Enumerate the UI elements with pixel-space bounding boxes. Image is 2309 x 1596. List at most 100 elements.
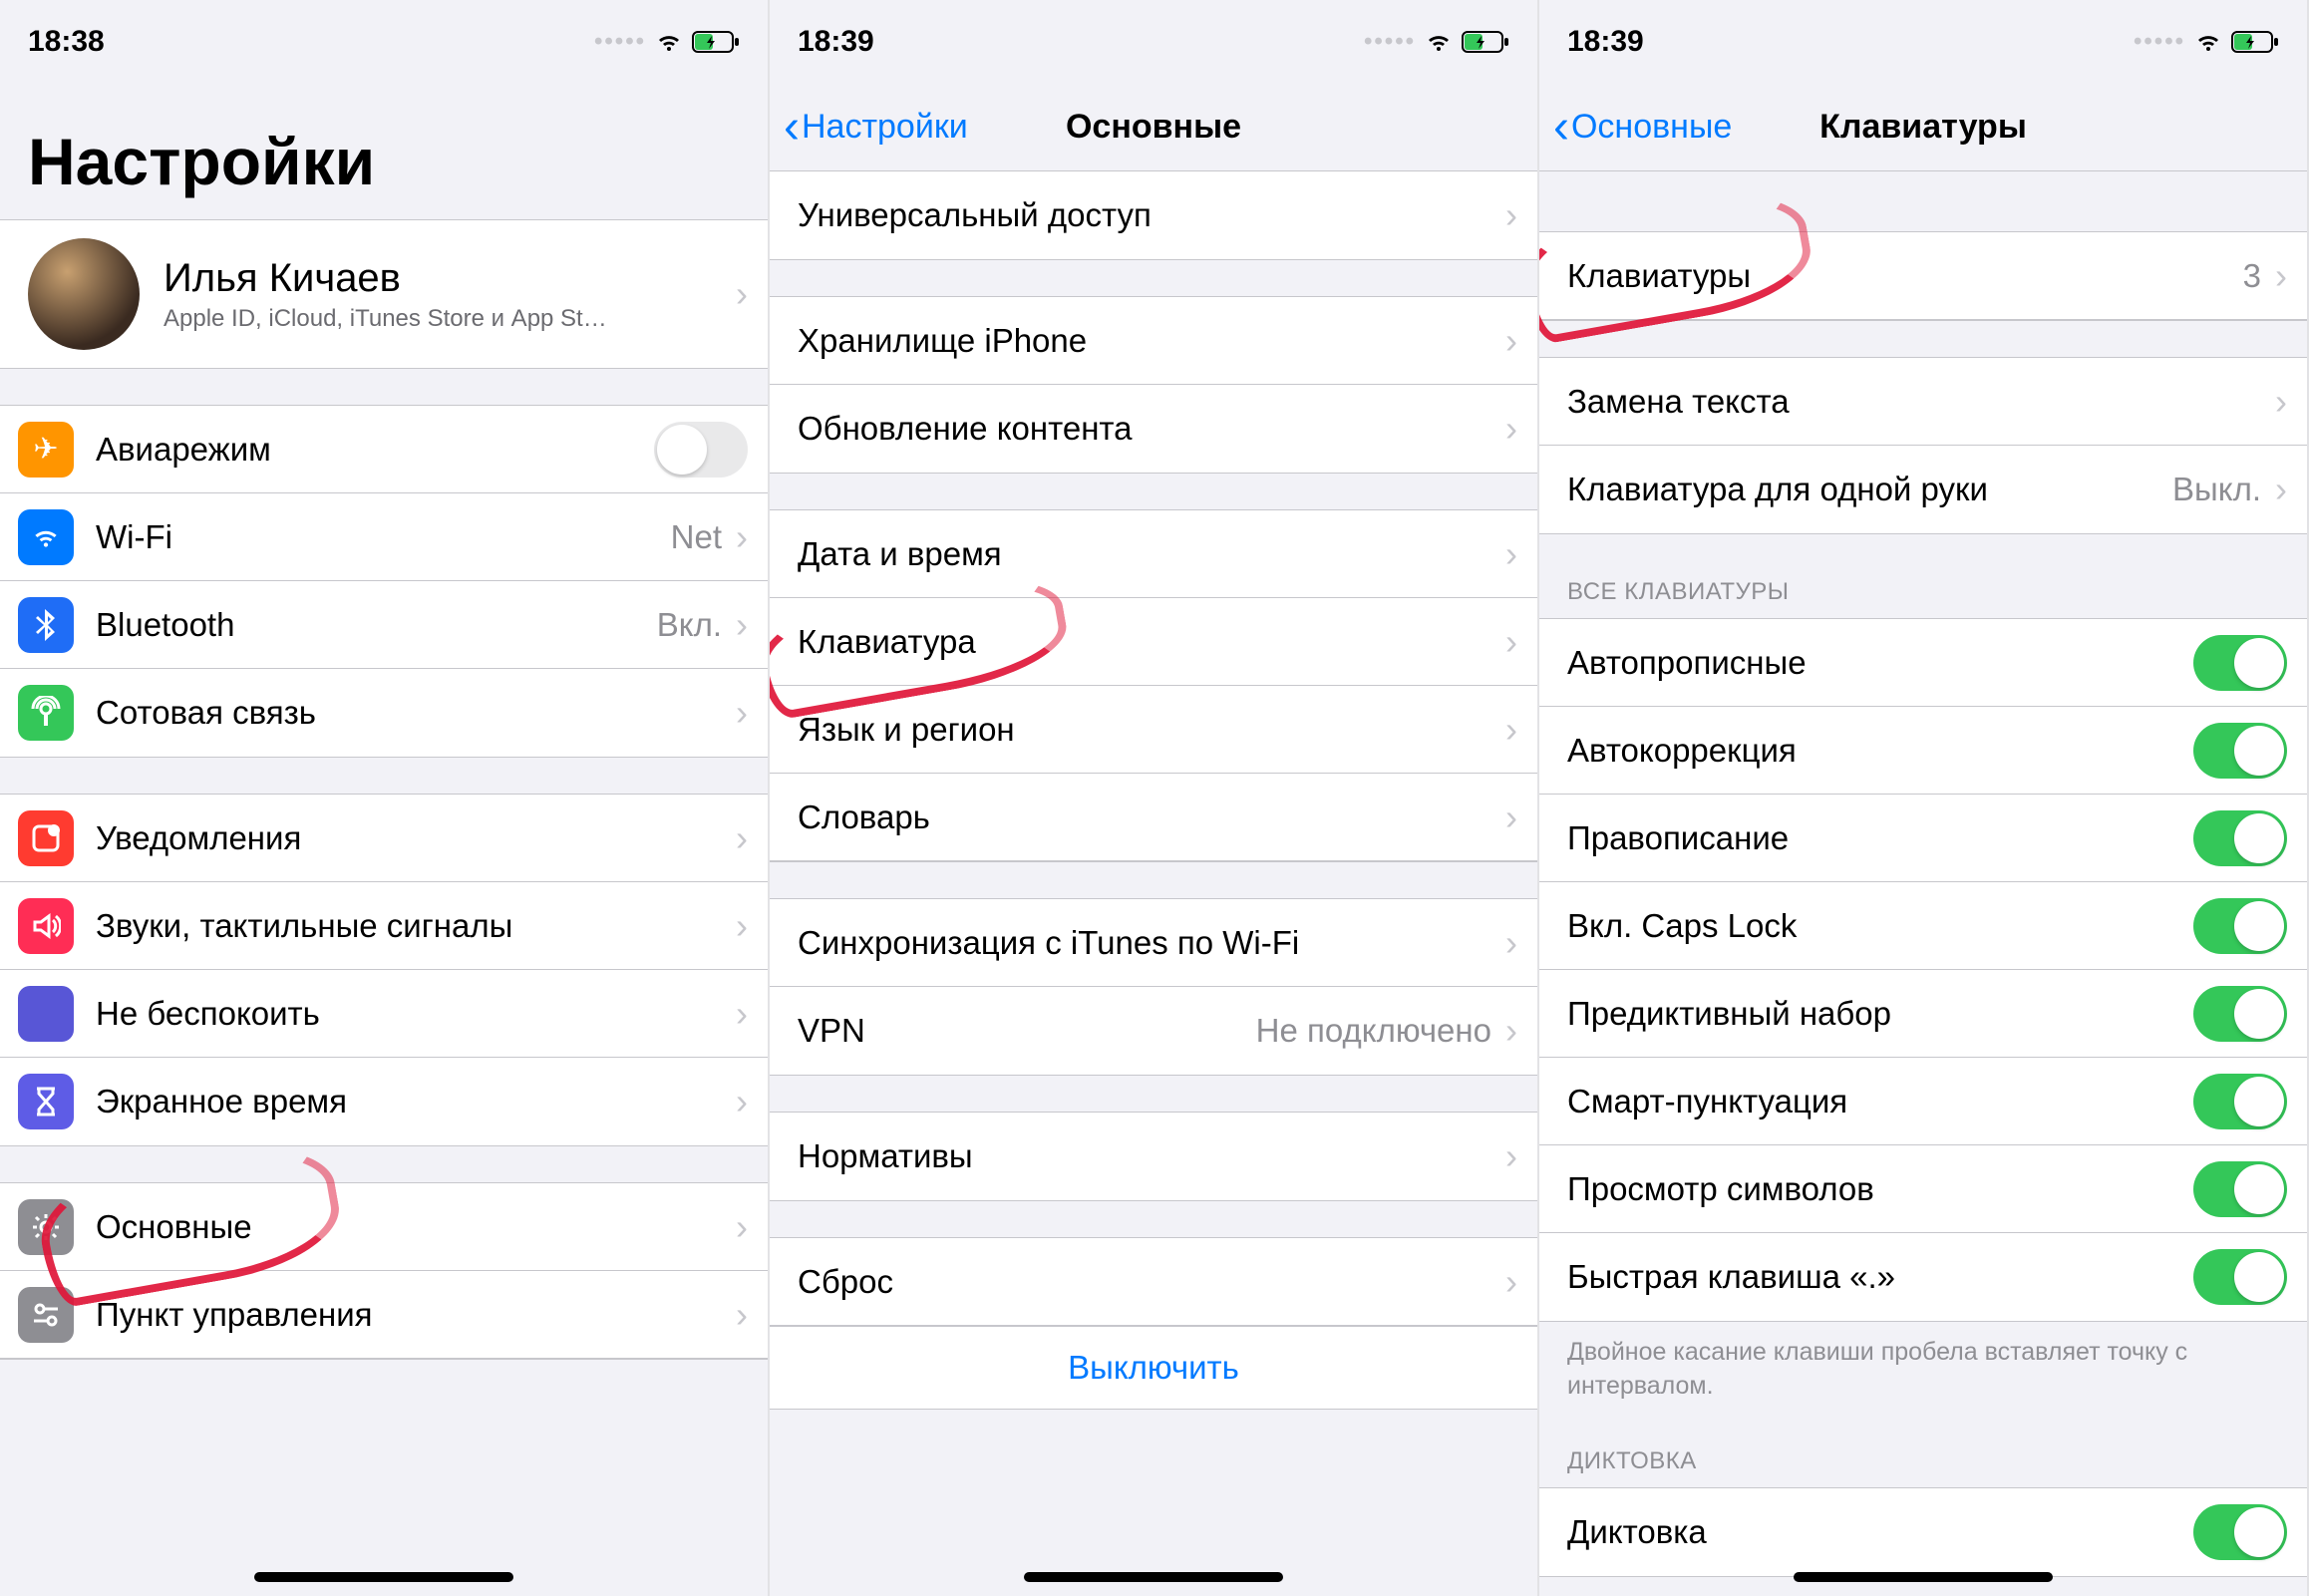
smart-punctuation-row[interactable]: Смарт-пунктуация (1539, 1058, 2307, 1145)
back-label: Основные (1571, 108, 1732, 147)
sounds-label: Звуки, тактильные сигналы (96, 907, 736, 945)
vpn-row[interactable]: VPN Не подключено › (770, 987, 1537, 1075)
shutdown-button[interactable]: Выключить (770, 1326, 1537, 1409)
cellular-dots-icon: ••••• (2134, 28, 2185, 56)
large-title-block: Настройки (0, 84, 768, 219)
iphone-storage-row[interactable]: Хранилище iPhone › (770, 297, 1537, 385)
home-indicator (1794, 1572, 2053, 1582)
cellular-dots-icon: ••••• (594, 28, 646, 56)
nav-bar: ‹ Настройки Основные (770, 84, 1537, 171)
storage-label: Хранилище iPhone (798, 322, 1505, 360)
one-handed-keyboard-row[interactable]: Клавиатура для одной руки Выкл. › (1539, 446, 2307, 533)
wifi-row[interactable]: Wi-Fi Net › (0, 493, 768, 581)
auto-capitalization-row[interactable]: Автопрописные (1539, 619, 2307, 707)
itunes-label: Синхронизация с iTunes по Wi-Fi (798, 924, 1505, 962)
dict-label: Словарь (798, 798, 1505, 836)
dnd-row[interactable]: Не беспокоить › (0, 970, 768, 1058)
vpn-label: VPN (798, 1012, 1256, 1050)
chevron-right-icon: › (1505, 194, 1517, 236)
profile-subtitle: Apple ID, iCloud, iTunes Store и App St… (164, 305, 736, 333)
period-shortcut-row[interactable]: Быстрая клавиша «.» (1539, 1233, 2307, 1321)
itunes-wifi-sync-row[interactable]: Синхронизация с iTunes по Wi-Fi › (770, 899, 1537, 987)
chevron-right-icon: › (736, 1294, 748, 1336)
caps-lock-toggle[interactable] (2193, 898, 2287, 954)
keyboard-row[interactable]: Клавиатура › (770, 598, 1537, 686)
accessibility-row[interactable]: Универсальный доступ › (770, 171, 1537, 259)
home-indicator (1024, 1572, 1283, 1582)
predictive-row[interactable]: Предиктивный набор (1539, 970, 2307, 1058)
airplane-mode-row[interactable]: ✈ Авиарежим (0, 406, 768, 493)
keyboards-screen: 18:39 ••••• ‹ Основные Клавиатуры Клавиа… (1539, 0, 2309, 1596)
charpreview-toggle[interactable] (2193, 1161, 2287, 1217)
autocorrect-label: Автокоррекция (1567, 732, 2193, 770)
settings-scroll[interactable]: Илья Кичаев Apple ID, iCloud, iTunes Sto… (0, 219, 768, 1596)
date-time-row[interactable]: Дата и время › (770, 510, 1537, 598)
dictation-label: Диктовка (1567, 1513, 2193, 1551)
sounds-icon (18, 898, 74, 954)
character-preview-row[interactable]: Просмотр символов (1539, 1145, 2307, 1233)
airplane-toggle[interactable] (654, 422, 748, 478)
general-label: Основные (96, 1208, 736, 1246)
period-shortcut-toggle[interactable] (2193, 1249, 2287, 1305)
period-shortcut-label: Быстрая клавиша «.» (1567, 1258, 2193, 1296)
keyboard-label: Клавиатура (798, 623, 1505, 661)
keyboards-count: 3 (2243, 257, 2261, 295)
status-bar: 18:39 ••••• (770, 0, 1537, 84)
wifi-icon (2193, 31, 2223, 53)
keyboards-scroll[interactable]: Клавиатуры 3 › Замена текста › Клавиатур… (1539, 171, 2307, 1596)
regulatory-row[interactable]: Нормативы › (770, 1113, 1537, 1200)
caps-lock-row[interactable]: Вкл. Caps Lock (1539, 882, 2307, 970)
text-replacement-row[interactable]: Замена текста › (1539, 358, 2307, 446)
spell-check-row[interactable]: Правописание (1539, 795, 2307, 882)
apple-id-profile-row[interactable]: Илья Кичаев Apple ID, iCloud, iTunes Sto… (0, 220, 768, 368)
wifi-icon (1424, 31, 1454, 53)
accessibility-label: Универсальный доступ (798, 196, 1505, 234)
status-bar: 18:38 ••••• (0, 0, 768, 84)
chevron-right-icon: › (736, 993, 748, 1035)
dnd-label: Не беспокоить (96, 995, 736, 1033)
back-button[interactable]: ‹ Основные (1539, 104, 1732, 152)
autocorrect-toggle[interactable] (2193, 723, 2287, 779)
dictionary-row[interactable]: Словарь › (770, 774, 1537, 861)
cellular-icon (18, 685, 74, 741)
onehand-label: Клавиатура для одной руки (1567, 471, 2172, 508)
spell-toggle[interactable] (2193, 810, 2287, 866)
chevron-right-icon: › (736, 817, 748, 859)
back-button[interactable]: ‹ Настройки (770, 104, 968, 152)
predictive-toggle[interactable] (2193, 986, 2287, 1042)
screentime-label: Экранное время (96, 1083, 736, 1120)
status-bar: 18:39 ••••• (1539, 0, 2307, 84)
chevron-right-icon: › (1505, 320, 1517, 362)
battery-icon (1462, 31, 1509, 53)
chevron-right-icon: › (736, 905, 748, 947)
status-time: 18:38 (28, 25, 105, 59)
chevron-right-icon: › (1505, 797, 1517, 838)
keyboards-list-row[interactable]: Клавиатуры 3 › (1539, 232, 2307, 320)
reset-row[interactable]: Сброс › (770, 1238, 1537, 1326)
general-row[interactable]: Основные › (0, 1183, 768, 1271)
smartpunct-toggle[interactable] (2193, 1074, 2287, 1129)
hourglass-icon (18, 1074, 74, 1129)
language-region-row[interactable]: Язык и регион › (770, 686, 1537, 774)
status-time: 18:39 (1567, 25, 1644, 59)
back-label: Настройки (802, 108, 968, 147)
chevron-left-icon: ‹ (784, 104, 800, 152)
dictation-row[interactable]: Диктовка (1539, 1488, 2307, 1576)
bluetooth-row[interactable]: Bluetooth Вкл. › (0, 581, 768, 669)
notifications-row[interactable]: Уведомления › (0, 795, 768, 882)
avatar (28, 238, 140, 350)
control-center-row[interactable]: Пункт управления › (0, 1271, 768, 1359)
chevron-right-icon: › (736, 516, 748, 558)
chevron-right-icon: › (1505, 922, 1517, 964)
page-title: Настройки (28, 124, 740, 199)
auto-correction-row[interactable]: Автокоррекция (1539, 707, 2307, 795)
sounds-row[interactable]: Звуки, тактильные сигналы › (0, 882, 768, 970)
cellular-row[interactable]: Сотовая связь › (0, 669, 768, 757)
dictation-toggle[interactable] (2193, 1504, 2287, 1560)
background-refresh-row[interactable]: Обновление контента › (770, 385, 1537, 473)
autocap-toggle[interactable] (2193, 635, 2287, 691)
chevron-right-icon: › (736, 273, 748, 315)
screentime-row[interactable]: Экранное время › (0, 1058, 768, 1145)
autocap-label: Автопрописные (1567, 644, 2193, 682)
general-scroll[interactable]: Универсальный доступ › Хранилище iPhone … (770, 171, 1537, 1596)
